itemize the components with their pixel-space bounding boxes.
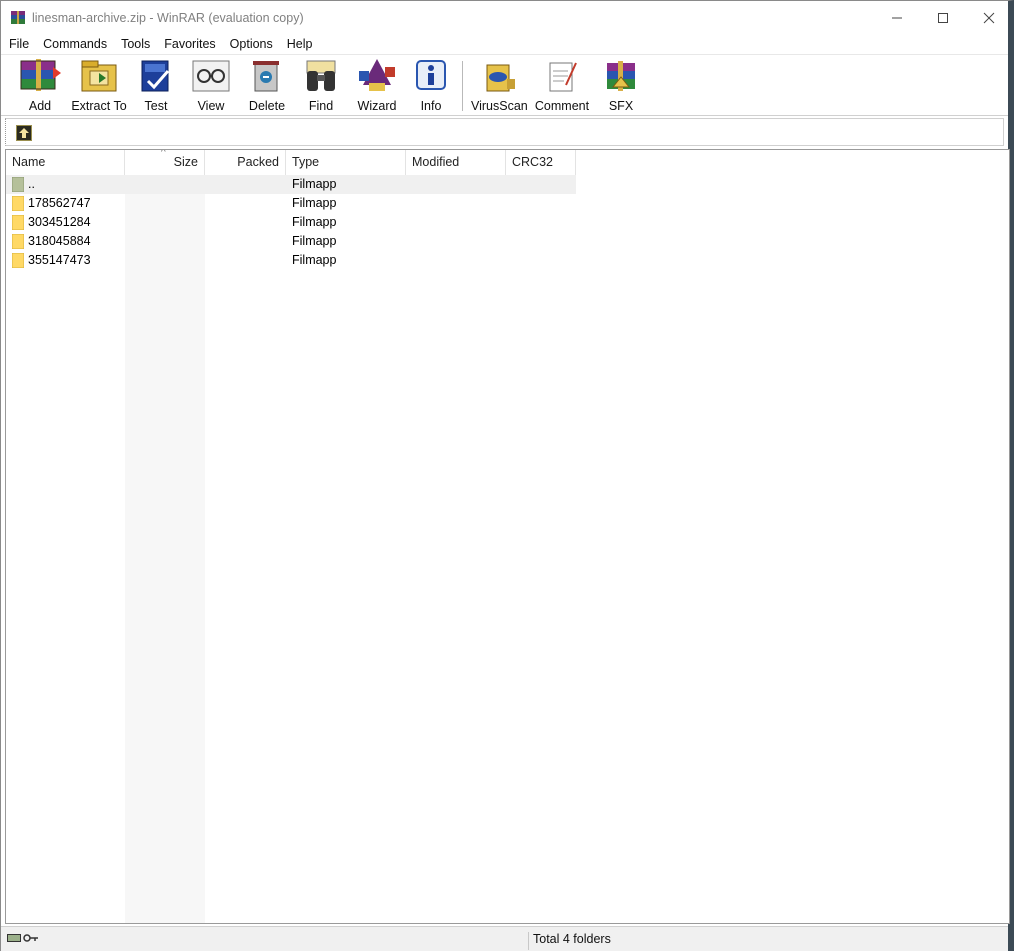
key-icon[interactable]: [23, 933, 39, 943]
extract-to-button[interactable]: Extract To: [71, 57, 127, 115]
maximize-button[interactable]: [920, 1, 966, 34]
column-header-name[interactable]: Name: [6, 150, 125, 175]
menu-help[interactable]: Help: [287, 37, 313, 51]
view-glasses-icon: [192, 60, 230, 92]
row-type: Filmapp: [292, 253, 337, 267]
menu-favorites[interactable]: Favorites: [164, 37, 215, 51]
menu-commands[interactable]: Commands: [43, 37, 107, 51]
toolbar-separator: [462, 61, 463, 111]
list-row[interactable]: 178562747 Filmapp: [6, 194, 576, 213]
sort-ascending-icon: ^: [161, 149, 166, 158]
parent-folder-icon: [12, 177, 24, 192]
row-type: Filmapp: [292, 215, 337, 229]
sfx-button[interactable]: SFX: [601, 57, 641, 115]
list-row[interactable]: 318045884 Filmapp: [6, 232, 576, 251]
column-header-crc32[interactable]: CRC32: [506, 150, 576, 175]
add-button[interactable]: Add: [15, 57, 65, 115]
menu-file[interactable]: File: [9, 37, 29, 51]
view-button[interactable]: View: [189, 57, 233, 115]
sfx-label: SFX: [608, 99, 634, 113]
delete-icon: [253, 61, 279, 92]
drive-icon[interactable]: [7, 933, 21, 943]
title-bar[interactable]: linesman-archive.zip - WinRAR (evaluatio…: [1, 1, 1008, 35]
menu-tools[interactable]: Tools: [121, 37, 150, 51]
status-icons: [7, 933, 39, 943]
list-row-parent[interactable]: .. Filmapp: [6, 175, 576, 194]
toolbar: Add Extract To Test View Delete Find Wiz…: [1, 54, 1008, 116]
test-icon: [141, 60, 170, 92]
sfx-icon: [607, 61, 635, 91]
folder-icon: [12, 234, 24, 249]
column-header-packed[interactable]: Packed: [205, 150, 286, 175]
row-name: 318045884: [28, 234, 91, 248]
row-name: 178562747: [28, 196, 91, 210]
menu-bar: File Commands Tools Favorites Options He…: [1, 35, 1008, 53]
add-label: Add: [28, 99, 52, 113]
close-button[interactable]: [966, 1, 1012, 34]
folder-icon: [12, 215, 24, 230]
view-label: View: [197, 99, 225, 113]
window-title: linesman-archive.zip - WinRAR (evaluatio…: [32, 11, 304, 25]
virusscan-label: VirusScan: [471, 99, 528, 113]
minimize-button[interactable]: [874, 1, 920, 34]
list-header: Name Size ^ Packed Type Modified CRC32: [6, 149, 1009, 175]
status-bar: Total 4 folders: [1, 926, 1008, 951]
row-name: ..: [28, 177, 35, 191]
info-label: Info: [420, 99, 442, 113]
virusscan-button[interactable]: VirusScan: [471, 57, 528, 115]
file-list[interactable]: Name Size ^ Packed Type Modified CRC32 .…: [5, 149, 1010, 924]
find-button[interactable]: Find: [301, 57, 341, 115]
find-binoculars-icon: [306, 60, 336, 91]
delete-button[interactable]: Delete: [247, 57, 287, 115]
test-button[interactable]: Test: [135, 57, 177, 115]
row-name: 303451284: [28, 215, 91, 229]
row-name: 355147473: [28, 253, 91, 267]
row-type: Filmapp: [292, 196, 337, 210]
path-bar[interactable]: [5, 118, 1004, 146]
extract-to-icon: [81, 60, 117, 92]
comment-icon: [549, 62, 577, 92]
menu-options[interactable]: Options: [230, 37, 273, 51]
extract-to-label: Extract To: [71, 99, 127, 113]
info-icon: [416, 60, 446, 90]
maximize-icon: [938, 12, 948, 23]
folder-icon: [12, 253, 24, 268]
folder-icon: [12, 196, 24, 211]
up-folder-button[interactable]: [16, 125, 32, 141]
status-text: Total 4 folders: [528, 932, 611, 950]
winrar-app-icon[interactable]: [10, 10, 26, 26]
comment-label: Comment: [534, 99, 590, 113]
column-header-type[interactable]: Type: [286, 150, 406, 175]
comment-button[interactable]: Comment: [533, 57, 591, 115]
minimize-icon: [892, 17, 902, 18]
up-arrow-icon: [19, 128, 29, 138]
add-archive-icon: [20, 59, 61, 91]
list-row[interactable]: 355147473 Filmapp: [6, 251, 576, 270]
wizard-icon: [359, 59, 395, 91]
winrar-window: linesman-archive.zip - WinRAR (evaluatio…: [0, 0, 1014, 951]
row-type: Filmapp: [292, 234, 337, 248]
close-icon: [983, 12, 995, 23]
column-header-modified[interactable]: Modified: [406, 150, 506, 175]
test-label: Test: [144, 99, 168, 113]
info-button[interactable]: Info: [413, 57, 449, 115]
find-label: Find: [308, 99, 334, 113]
row-type: Filmapp: [292, 177, 337, 191]
virusscan-icon: [486, 64, 515, 92]
wizard-button[interactable]: Wizard: [355, 57, 399, 115]
delete-label: Delete: [248, 99, 286, 113]
list-row[interactable]: 303451284 Filmapp: [6, 213, 576, 232]
wizard-label: Wizard: [357, 99, 397, 113]
sorted-column-shading: [125, 175, 205, 923]
